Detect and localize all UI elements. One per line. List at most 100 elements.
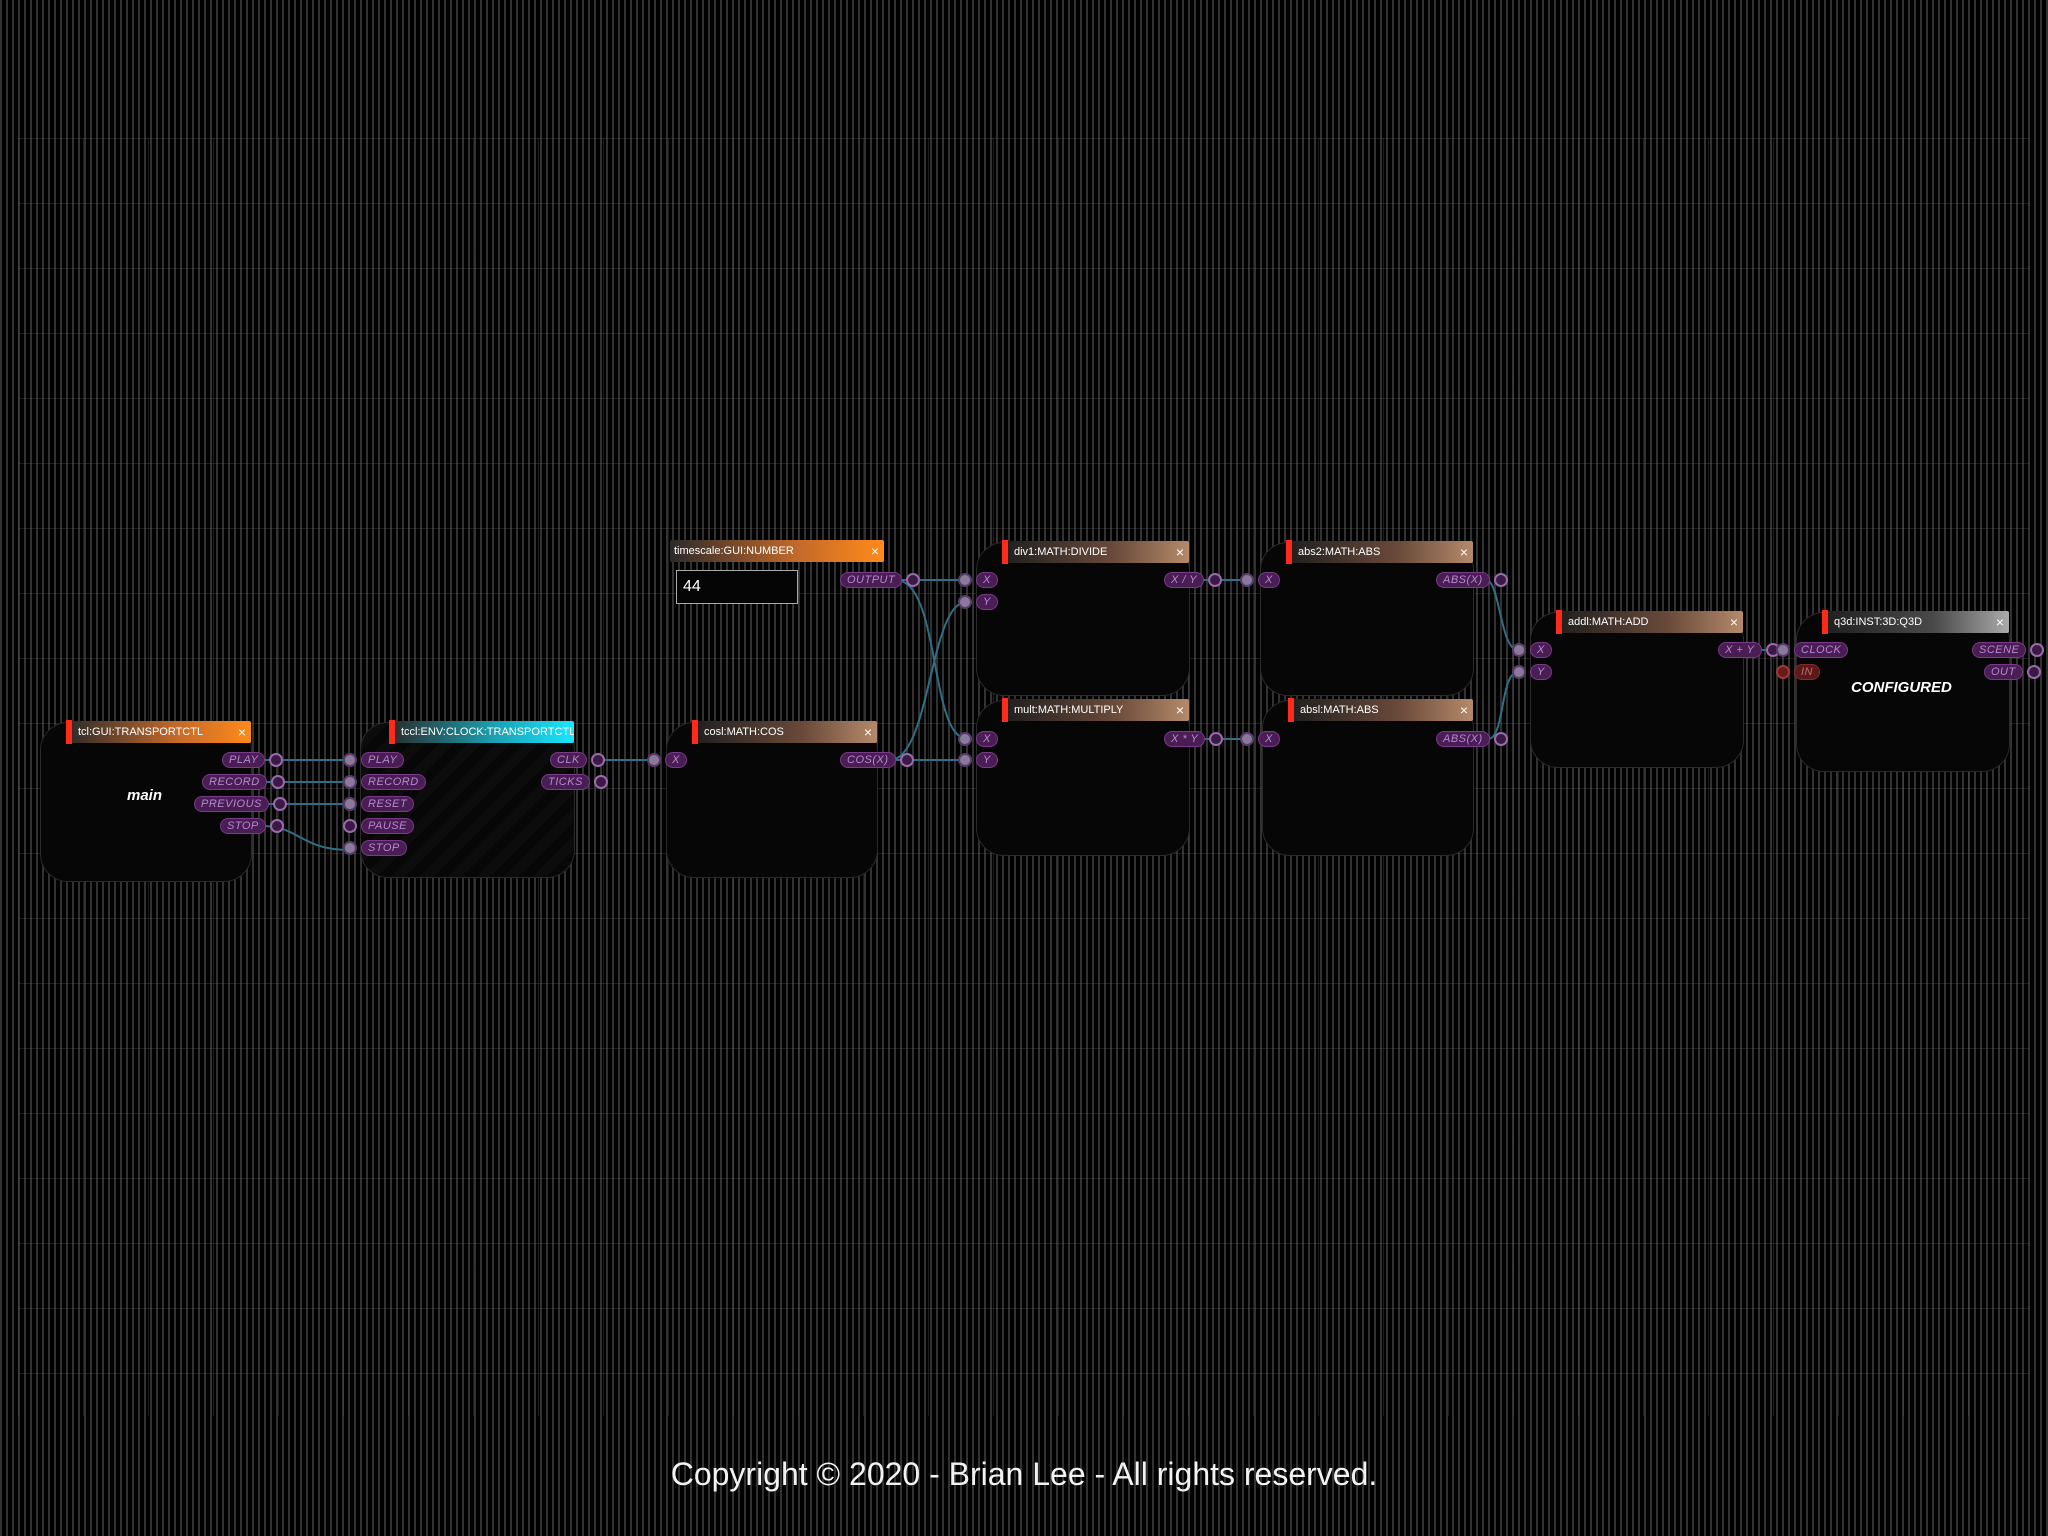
port-dot[interactable] — [1512, 643, 1526, 657]
output-port-abs[interactable]: ABS(X) — [1436, 571, 1508, 589]
output-port-abs[interactable]: ABS(X) — [1436, 730, 1508, 748]
add-node[interactable]: addl:MATH:ADD × — [1530, 610, 1744, 768]
port-dot[interactable] — [1240, 732, 1254, 746]
output-port-cos[interactable]: COS(X) — [840, 751, 914, 769]
port-dot[interactable] — [590, 753, 605, 767]
port-dot[interactable] — [343, 797, 357, 811]
node-accent — [1556, 610, 1562, 634]
port-dot[interactable] — [647, 753, 661, 767]
output-port-output[interactable]: OUTPUT — [840, 571, 921, 589]
output-port-record[interactable]: RECORD — [202, 773, 285, 791]
input-port-clock[interactable]: CLOCK — [1776, 641, 1849, 659]
close-icon[interactable]: × — [1991, 614, 2009, 630]
port-dot[interactable] — [958, 573, 972, 587]
port-dot[interactable] — [343, 753, 357, 767]
output-port-scene[interactable]: SCENE — [1972, 641, 2045, 659]
node-header[interactable]: mult:MATH:MULTIPLY × — [1002, 698, 1189, 722]
input-port-record[interactable]: RECORD — [343, 773, 426, 791]
close-icon[interactable]: × — [1725, 614, 1743, 630]
input-port-x[interactable]: X — [647, 751, 687, 769]
port-label: CLK — [550, 752, 587, 768]
input-port-stop[interactable]: STOP — [343, 839, 407, 857]
port-dot[interactable] — [2030, 643, 2045, 657]
abs1-node[interactable]: absl:MATH:ABS × — [1262, 698, 1474, 856]
node-header[interactable]: div1:MATH:DIVIDE × — [1002, 540, 1189, 564]
output-port-sum[interactable]: X + Y — [1718, 641, 1780, 659]
cos-node[interactable]: cosl:MATH:COS × — [666, 720, 878, 878]
node-header[interactable]: abs2:MATH:ABS × — [1286, 540, 1473, 564]
close-icon[interactable]: × — [1171, 544, 1189, 560]
port-dot[interactable] — [1208, 573, 1223, 587]
port-dot[interactable] — [1240, 573, 1254, 587]
input-port-play[interactable]: PLAY — [343, 751, 405, 769]
output-port-ticks[interactable]: TICKS — [541, 773, 608, 791]
divide-node[interactable]: div1:MATH:DIVIDE × — [976, 540, 1190, 696]
port-dot[interactable] — [906, 573, 921, 587]
input-port-x[interactable]: X — [1240, 730, 1280, 748]
port-dot[interactable] — [1776, 643, 1790, 657]
port-dot[interactable] — [958, 595, 972, 609]
input-port-y[interactable]: Y — [958, 751, 998, 769]
port-dot[interactable] — [593, 775, 608, 789]
output-port-clk[interactable]: CLK — [550, 751, 605, 769]
close-icon[interactable]: × — [1455, 702, 1473, 718]
close-icon[interactable]: × — [866, 543, 884, 559]
port-dot[interactable] — [272, 797, 287, 811]
output-port-play[interactable]: PLAY — [222, 751, 284, 769]
node-header[interactable]: q3d:INST:3D:Q3D × — [1822, 610, 2009, 634]
input-port-x[interactable]: X — [1512, 641, 1552, 659]
port-dot[interactable] — [1209, 732, 1224, 746]
input-port-y[interactable]: Y — [1512, 663, 1552, 681]
port-dot[interactable] — [1493, 732, 1508, 746]
port-dot[interactable] — [343, 841, 357, 855]
port-dot[interactable] — [269, 819, 284, 833]
node-header[interactable]: tccl:ENV:CLOCK:TRANSPORTCTL — [389, 720, 574, 744]
node-label: main — [127, 787, 163, 804]
port-dot[interactable] — [269, 753, 284, 767]
node-header[interactable]: addl:MATH:ADD × — [1556, 610, 1743, 634]
close-icon[interactable]: × — [233, 724, 251, 740]
node-header[interactable]: cosl:MATH:COS × — [692, 720, 877, 744]
input-port-x[interactable]: X — [958, 730, 998, 748]
port-dot[interactable] — [1776, 665, 1790, 679]
output-port-previous[interactable]: PREVIOUS — [194, 795, 287, 813]
port-label: RECORD — [202, 774, 267, 790]
q3d-node[interactable]: q3d:INST:3D:Q3D × CONFIGURED — [1796, 610, 2010, 772]
input-port-pause[interactable]: PAUSE — [343, 817, 414, 835]
port-label: PLAY — [222, 752, 266, 768]
port-label: X / Y — [1164, 572, 1205, 588]
port-label: IN — [1794, 664, 1820, 680]
output-port-quotient[interactable]: X / Y — [1164, 571, 1223, 589]
port-label: X — [1258, 731, 1280, 747]
output-port-stop[interactable]: STOP — [220, 817, 284, 835]
port-label: CLOCK — [1794, 642, 1849, 658]
port-label: ABS(X) — [1436, 731, 1490, 747]
input-port-x[interactable]: X — [1240, 571, 1280, 589]
port-dot[interactable] — [1512, 665, 1526, 679]
multiply-node[interactable]: mult:MATH:MULTIPLY × — [976, 698, 1190, 856]
port-dot[interactable] — [1493, 573, 1508, 587]
port-dot[interactable] — [2026, 665, 2041, 679]
input-port-x[interactable]: X — [958, 571, 998, 589]
node-header[interactable]: timescale:GUI:NUMBER × — [670, 540, 884, 562]
port-dot[interactable] — [899, 753, 914, 767]
node-header[interactable]: tcl:GUI:TRANSPORTCTL × — [66, 720, 251, 744]
input-port-y[interactable]: Y — [958, 593, 998, 611]
close-icon[interactable]: × — [1455, 544, 1473, 560]
port-dot[interactable] — [343, 775, 357, 789]
number-input[interactable] — [676, 570, 798, 604]
input-port-in[interactable]: IN — [1776, 663, 1820, 681]
port-dot[interactable] — [958, 753, 972, 767]
port-dot[interactable] — [958, 732, 972, 746]
port-dot[interactable] — [343, 819, 357, 833]
output-port-out[interactable]: OUT — [1984, 663, 2041, 681]
port-label: RESET — [361, 796, 415, 812]
port-dot[interactable] — [270, 775, 285, 789]
node-header[interactable]: absl:MATH:ABS × — [1288, 698, 1473, 722]
close-icon[interactable]: × — [859, 724, 877, 740]
output-port-product[interactable]: X * Y — [1164, 730, 1224, 748]
close-icon[interactable]: × — [1171, 702, 1189, 718]
input-port-reset[interactable]: RESET — [343, 795, 415, 813]
port-label: X — [1530, 642, 1552, 658]
abs2-node[interactable]: abs2:MATH:ABS × — [1260, 540, 1474, 696]
